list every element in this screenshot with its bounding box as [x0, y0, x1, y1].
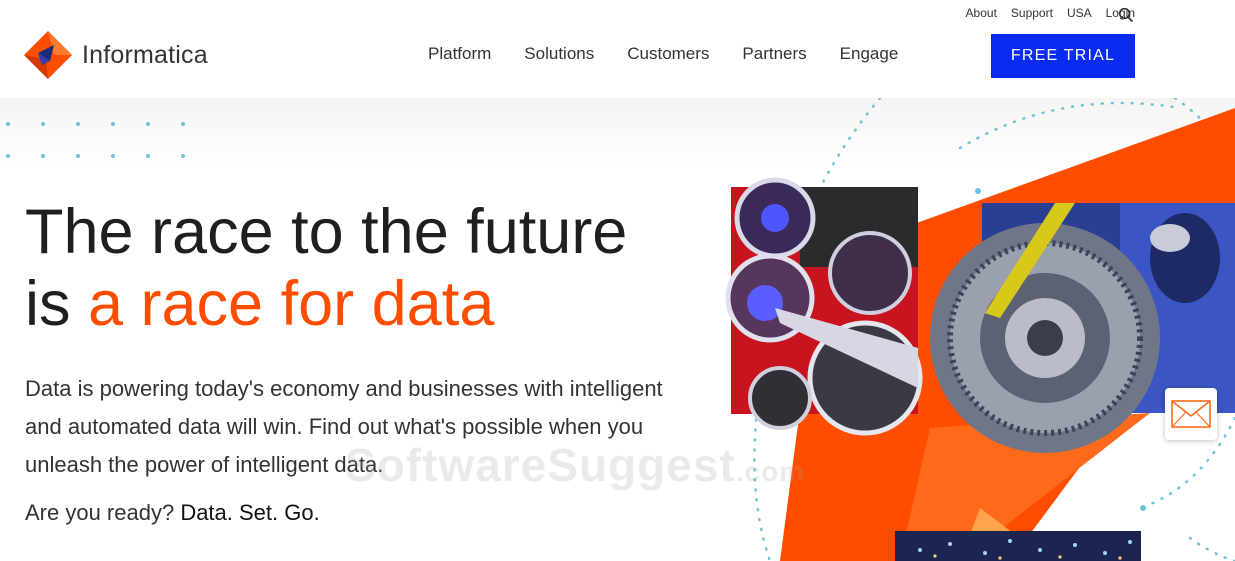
- headline-line-2: is a race for data: [25, 268, 627, 340]
- logo[interactable]: Informatica: [24, 31, 208, 79]
- watermark: SoftwareSuggest.com: [345, 438, 805, 492]
- envelope-icon: [1171, 400, 1211, 428]
- site-header: Informatica About Support USA Login Plat…: [0, 0, 1235, 98]
- nav-customers[interactable]: Customers: [627, 44, 709, 64]
- util-link-about[interactable]: About: [966, 6, 997, 20]
- hero-headline: The race to the future is a race for dat…: [25, 196, 627, 340]
- free-trial-button[interactable]: FREE TRIAL: [991, 34, 1135, 78]
- brand-name: Informatica: [82, 40, 208, 69]
- headline-prefix: is: [25, 269, 88, 339]
- question-bold: Data. Set. Go.: [180, 500, 320, 525]
- headline-line-1: The race to the future: [25, 197, 628, 267]
- hero-section: The race to the future is a race for dat…: [0, 98, 1235, 561]
- watermark-suffix: .com: [735, 456, 806, 487]
- nav-solutions[interactable]: Solutions: [524, 44, 594, 64]
- nav-platform[interactable]: Platform: [428, 44, 491, 64]
- question-text: Are you ready?: [25, 500, 181, 525]
- nav-engage[interactable]: Engage: [840, 44, 899, 64]
- util-link-support[interactable]: Support: [1011, 6, 1053, 20]
- city-photo: [895, 531, 1141, 561]
- utility-nav: About Support USA Login: [952, 6, 1135, 20]
- lab-photo: [725, 177, 923, 436]
- search-icon[interactable]: [1118, 7, 1134, 23]
- contact-button[interactable]: [1165, 388, 1217, 440]
- watermark-text: SoftwareSuggest: [345, 439, 736, 491]
- headline-accent: a race for data: [88, 269, 495, 339]
- util-link-usa[interactable]: USA: [1067, 6, 1092, 20]
- informatica-logo-icon: [24, 31, 72, 79]
- nav-partners[interactable]: Partners: [742, 44, 806, 64]
- main-nav: Platform Solutions Customers Partners En…: [428, 44, 931, 64]
- hero-question: Are you ready? Data. Set. Go.: [25, 500, 320, 526]
